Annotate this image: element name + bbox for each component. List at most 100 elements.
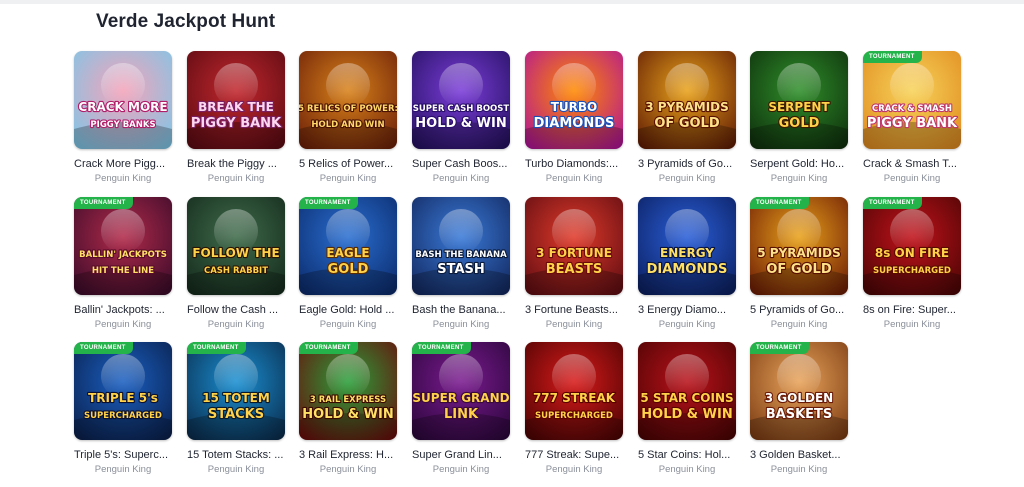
game-thumbnail[interactable]: 5 RELICS OF POWER: HOLD AND WIN bbox=[299, 51, 397, 149]
tournament-badge: TOURNAMENT bbox=[299, 197, 358, 209]
tournament-badge: TOURNAMENT bbox=[74, 342, 133, 354]
game-tile[interactable]: BREAK THE PIGGY BANK Break the Piggy ... Pe… bbox=[187, 51, 287, 184]
game-title[interactable]: Super Grand Lin... bbox=[412, 449, 514, 462]
tournament-badge: TOURNAMENT bbox=[750, 197, 809, 209]
game-tile[interactable]: 15 TOTEM STACKS TOURNAMENT 15 Totem Stacks:… bbox=[187, 342, 287, 475]
game-title[interactable]: 3 Rail Express: H... bbox=[299, 449, 401, 462]
game-provider: Penguin King bbox=[545, 319, 603, 330]
game-art-subtitle: LINK bbox=[444, 407, 479, 422]
tournament-badge: TOURNAMENT bbox=[863, 197, 922, 209]
game-art: 5 RELICS OF POWER: HOLD AND WIN bbox=[299, 51, 397, 149]
game-tile[interactable]: TRIPLE 5's SUPERCHARGED TOURNAMENT Triple 5… bbox=[74, 342, 174, 475]
game-title[interactable]: 3 Fortune Beasts... bbox=[525, 304, 627, 317]
game-provider: Penguin King bbox=[545, 464, 603, 475]
game-tile[interactable]: 5 RELICS OF POWER: HOLD AND WIN 5 Relics o… bbox=[299, 51, 399, 184]
game-thumbnail[interactable]: 8s ON FIRE SUPERCHARGED TOURNAMENT bbox=[863, 197, 961, 295]
game-art-title: 777 STREAK bbox=[533, 391, 616, 405]
game-provider: Penguin King bbox=[94, 464, 152, 475]
game-thumbnail[interactable]: TRIPLE 5's SUPERCHARGED TOURNAMENT bbox=[74, 342, 172, 440]
game-art-title: BALLIN' JACKPOTS bbox=[79, 250, 167, 260]
game-tile[interactable]: 3 FORTUNE BEASTS 3 Fortune Beasts... Pengui… bbox=[525, 197, 625, 330]
game-thumbnail[interactable]: CRACK & SMASH PIGGY BANK TOURNAMENT bbox=[863, 51, 961, 149]
game-thumbnail[interactable]: BASH THE BANANA STASH bbox=[412, 197, 510, 295]
game-title[interactable]: Bash the Banana... bbox=[412, 304, 514, 317]
game-title[interactable]: 3 Energy Diamo... bbox=[638, 304, 740, 317]
game-tile[interactable]: TURBO DIAMONDS Turbo Diamonds:... Penguin K… bbox=[525, 51, 625, 184]
game-tile[interactable]: ENERGY DIAMONDS 3 Energy Diamo... Penguin K… bbox=[638, 197, 738, 330]
game-thumbnail[interactable]: ENERGY DIAMONDS bbox=[638, 197, 736, 295]
game-tile[interactable]: 5 PYRAMIDS OF GOLD TOURNAMENT 5 Pyramids of… bbox=[750, 197, 850, 330]
game-art-subtitle: DIAMONDS bbox=[647, 262, 728, 277]
game-tile[interactable]: CRACK MORE PIGGY BANKS Crack More Pigg... P… bbox=[74, 51, 174, 184]
game-tile[interactable]: FOLLOW THE CASH RABBIT Follow the Cash ...… bbox=[187, 197, 287, 330]
game-tile[interactable]: BALLIN' JACKPOTS HIT THE LINE TOURNAMENT Ba… bbox=[74, 197, 174, 330]
game-tile[interactable]: SERPENT GOLD Serpent Gold: Ho... Penguin Ki… bbox=[750, 51, 850, 184]
game-title[interactable]: Turbo Diamonds:... bbox=[525, 158, 627, 171]
game-thumbnail[interactable]: 3 FORTUNE BEASTS bbox=[525, 197, 623, 295]
game-tile[interactable]: SUPER GRAND LINK TOURNAMENT Super Grand Lin… bbox=[412, 342, 512, 475]
game-provider: Penguin King bbox=[770, 173, 828, 184]
game-title[interactable]: 3 Pyramids of Go... bbox=[638, 158, 740, 171]
game-thumbnail[interactable]: SUPER GRAND LINK TOURNAMENT bbox=[412, 342, 510, 440]
game-title[interactable]: 5 Star Coins: Hol... bbox=[638, 449, 740, 462]
game-thumbnail[interactable]: 3 RAIL EXPRESS HOLD & WIN TOURNAMENT bbox=[299, 342, 397, 440]
game-tile[interactable]: 3 GOLDEN BASKETS TOURNAMENT 3 Golden Basket… bbox=[750, 342, 850, 475]
game-thumbnail[interactable]: SUPER CASH BOOST HOLD & WIN bbox=[412, 51, 510, 149]
game-title[interactable]: Crack More Pigg... bbox=[74, 158, 176, 171]
game-art-title: TURBO bbox=[551, 100, 598, 114]
game-provider: Penguin King bbox=[319, 173, 377, 184]
game-title[interactable]: 777 Streak: Supe... bbox=[525, 449, 627, 462]
game-thumbnail[interactable]: 3 PYRAMIDS OF GOLD bbox=[638, 51, 736, 149]
game-art-title: 5 STAR COINS bbox=[640, 391, 733, 405]
game-thumbnail[interactable]: 5 STAR COINS HOLD & WIN bbox=[638, 342, 736, 440]
game-title[interactable]: 15 Totem Stacks: ... bbox=[187, 449, 289, 462]
game-thumbnail[interactable]: 3 GOLDEN BASKETS TOURNAMENT bbox=[750, 342, 848, 440]
tournament-badge: TOURNAMENT bbox=[299, 342, 358, 354]
game-title[interactable]: 5 Pyramids of Go... bbox=[750, 304, 852, 317]
game-tile[interactable]: 5 STAR COINS HOLD & WIN 5 Star Coins: Hol.… bbox=[638, 342, 738, 475]
game-art-subtitle: HOLD & WIN bbox=[415, 116, 506, 131]
game-title[interactable]: 3 Golden Basket... bbox=[750, 449, 852, 462]
game-thumbnail[interactable]: BALLIN' JACKPOTS HIT THE LINE TOURNAMENT bbox=[74, 197, 172, 295]
game-art-title: BASH THE BANANA bbox=[415, 250, 507, 260]
game-thumbnail[interactable]: BREAK THE PIGGY BANK bbox=[187, 51, 285, 149]
game-provider: Penguin King bbox=[770, 464, 828, 475]
game-thumbnail[interactable]: 5 PYRAMIDS OF GOLD TOURNAMENT bbox=[750, 197, 848, 295]
top-divider bbox=[0, 0, 1024, 4]
game-title[interactable]: Serpent Gold: Ho... bbox=[750, 158, 852, 171]
game-art-subtitle: PIGGY BANK bbox=[867, 116, 958, 131]
game-tile[interactable]: BASH THE BANANA STASH Bash the Banana... Pe… bbox=[412, 197, 512, 330]
game-tile[interactable]: 3 RAIL EXPRESS HOLD & WIN TOURNAMENT 3 Rail… bbox=[299, 342, 399, 475]
game-title[interactable]: Super Cash Boos... bbox=[412, 158, 514, 171]
game-thumbnail[interactable]: FOLLOW THE CASH RABBIT bbox=[187, 197, 285, 295]
game-title[interactable]: 8s on Fire: Super... bbox=[863, 304, 965, 317]
game-thumbnail[interactable]: TURBO DIAMONDS bbox=[525, 51, 623, 149]
game-thumbnail[interactable]: 15 TOTEM STACKS TOURNAMENT bbox=[187, 342, 285, 440]
game-title[interactable]: Ballin' Jackpots: ... bbox=[74, 304, 176, 317]
game-title[interactable]: Triple 5's: Superc... bbox=[74, 449, 176, 462]
game-art-title: SUPER GRAND bbox=[412, 391, 509, 405]
game-art: TURBO DIAMONDS bbox=[525, 51, 623, 149]
game-thumbnail[interactable]: EAGLE GOLD TOURNAMENT bbox=[299, 197, 397, 295]
tournament-badge: TOURNAMENT bbox=[187, 342, 246, 354]
game-thumbnail[interactable]: SERPENT GOLD bbox=[750, 51, 848, 149]
game-provider: Penguin King bbox=[319, 319, 377, 330]
game-tile[interactable]: 8s ON FIRE SUPERCHARGED TOURNAMENT 8s on Fi… bbox=[863, 197, 963, 330]
game-art-subtitle: STACKS bbox=[208, 407, 264, 422]
game-title[interactable]: Break the Piggy ... bbox=[187, 158, 289, 171]
game-title[interactable]: Follow the Cash ... bbox=[187, 304, 289, 317]
game-art-title: SUPER CASH BOOST bbox=[413, 104, 510, 114]
game-thumbnail[interactable]: CRACK MORE PIGGY BANKS bbox=[74, 51, 172, 149]
game-title[interactable]: Eagle Gold: Hold ... bbox=[299, 304, 401, 317]
game-tile[interactable]: SUPER CASH BOOST HOLD & WIN Super Cash Boo… bbox=[412, 51, 512, 184]
game-tile[interactable]: 777 STREAK SUPERCHARGED 777 Streak: Supe..… bbox=[525, 342, 625, 475]
game-title[interactable]: 5 Relics of Power... bbox=[299, 158, 401, 171]
game-art: FOLLOW THE CASH RABBIT bbox=[187, 197, 285, 295]
game-title[interactable]: Crack & Smash T... bbox=[863, 158, 965, 171]
game-thumbnail[interactable]: 777 STREAK SUPERCHARGED bbox=[525, 342, 623, 440]
game-tile[interactable]: CRACK & SMASH PIGGY BANK TOURNAMENT Crack &… bbox=[863, 51, 963, 184]
game-tile[interactable]: 3 PYRAMIDS OF GOLD 3 Pyramids of Go... Peng… bbox=[638, 51, 738, 184]
game-tile[interactable]: EAGLE GOLD TOURNAMENT Eagle Gold: Hold ... P… bbox=[299, 197, 399, 330]
game-provider: Penguin King bbox=[658, 319, 716, 330]
game-art-subtitle: BEASTS bbox=[546, 262, 602, 277]
